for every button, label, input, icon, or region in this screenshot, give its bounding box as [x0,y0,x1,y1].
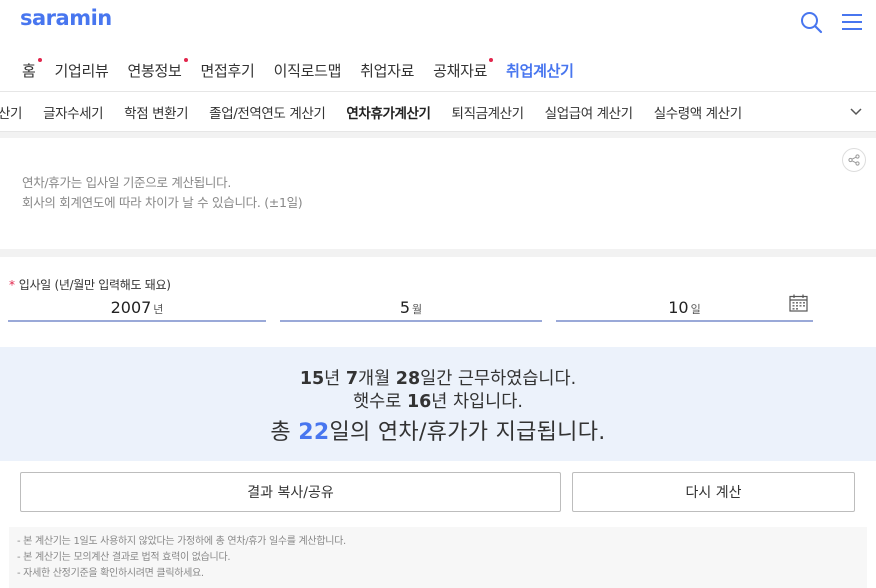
share-icon [848,154,860,166]
nav-label: 이직로드맵 [273,61,342,80]
years-value: 15 [299,369,325,389]
hire-date-label: * 입사일 (년/월만 입력해도 돼요) [9,276,171,293]
service-pre: 햇수로 [353,392,407,412]
nav-item-calculator[interactable]: 취업계산기 [506,60,574,81]
day-value: 10 [668,298,689,317]
months-value: 7 [345,369,359,389]
tab-calculator[interactable]: 계산기 [0,102,22,122]
nav-item-job-resources[interactable]: 취업자료 [360,60,414,81]
year-unit: 년 [153,303,164,316]
tab-gpa-converter[interactable]: 학점 변환기 [124,102,188,122]
nav-label: 면접후기 [200,61,255,80]
years-unit: 년 [324,369,346,389]
share-button[interactable] [842,148,866,172]
year-value: 2007 [110,298,152,317]
month-unit: 월 [412,303,423,316]
nav-label: 취업자료 [360,61,415,80]
months-unit: 개월 [358,369,396,389]
nav-item-company-review[interactable]: 기업리뷰 [55,60,109,81]
tab-severance[interactable]: 퇴직금계산기 [452,102,525,122]
nav-label: 취업계산기 [506,61,574,80]
nav-label: 연봉정보 [127,61,182,80]
total-pre: 총 [270,420,299,445]
notice-panel: 연차/휴가는 입사일 기준으로 계산됩니다. 회사의 회계연도에 따라 차이가 … [0,138,876,249]
month-value: 5 [399,298,411,317]
nav-label: 공채자료 [433,61,488,80]
work-period-text: 15년 7개월 28일간 근무하였습니다. [0,365,876,390]
service-year-text: 햇수로 16년 차입니다. [0,388,876,413]
section-divider [0,249,876,257]
nav-item-recruit-resources[interactable]: 공채자료 [433,57,494,81]
copy-share-button[interactable]: 결과 복사/공유 [20,472,561,512]
days-tail: 일간 근무하였습니다. [420,369,577,389]
notice-line: 회사의 회계연도에 따라 차이가 날 수 있습니다. (±1일) [22,195,303,210]
nav-label: 기업리뷰 [54,61,109,80]
notice-line: 연차/휴가는 입사일 기준으로 계산됩니다. [22,175,232,190]
calculator-tabs: 계산기 글자수세기 학점 변환기 졸업/전역연도 계산기 연차휴가계산기 퇴직금… [0,91,876,132]
total-leave-text: 총 22일의 연차/휴가가 지급됩니다. [0,414,876,446]
footnote-line: - 본 계산기는 1일도 사용하지 않았다는 가정하에 총 연차/휴가 일수를 … [17,536,346,547]
tab-unemployment[interactable]: 실업급여 계산기 [545,102,633,122]
day-input[interactable]: 10 일 [556,292,813,322]
nav-item-home[interactable]: 홈 [22,57,42,81]
required-mark: * [9,278,15,292]
recalculate-button[interactable]: 다시 계산 [572,472,855,512]
tab-annual-leave[interactable]: 연차휴가계산기 [346,102,431,122]
nav-item-career-roadmap[interactable]: 이직로드맵 [274,60,342,81]
day-unit: 일 [690,303,701,316]
main-nav: 홈 기업리뷰 연봉정보 면접후기 이직로드맵 취업자료 공채자료 취업계산기 [0,56,876,84]
footnote-line: - 본 계산기는 모의계산 결과로 법적 효력이 없습니다. [17,552,231,563]
tab-track: 계산기 글자수세기 학점 변환기 졸업/전역연도 계산기 연차휴가계산기 퇴직금… [0,92,763,131]
days-value: 28 [395,369,421,389]
footnote-box: - 본 계산기는 1일도 사용하지 않았다는 가정하에 총 연차/휴가 일수를 … [9,527,867,588]
footnote-criteria-link[interactable]: - 자세한 산정기준을 확인하시려면 클릭하세요. [17,566,859,582]
saramin-logo[interactable]: saramin [20,6,112,30]
month-input[interactable]: 5월 [280,292,542,322]
total-tail: 일의 연차/휴가가 지급됩니다. [329,420,606,445]
nav-item-salary[interactable]: 연봉정보 [127,57,188,81]
new-dot [37,57,42,62]
tabs-expand-button[interactable] [836,92,876,131]
service-tail: 년 차입니다. [431,392,523,412]
new-dot [489,57,494,62]
tab-graduation-year[interactable]: 졸업/전역연도 계산기 [209,102,326,122]
total-days-value: 22 [298,420,330,445]
nav-item-interview[interactable]: 면접후기 [201,60,255,81]
service-years-value: 16 [406,392,432,412]
year-input[interactable]: 2007 년 [8,292,266,322]
calendar-icon[interactable] [789,294,808,312]
nav-label: 홈 [22,61,36,80]
result-panel: 15년 7개월 28일간 근무하였습니다. 햇수로 16년 차입니다. 총 22… [0,347,876,461]
search-icon[interactable] [799,10,823,34]
label-text: 입사일 (년/월만 입력해도 돼요) [18,278,171,292]
tab-char-counter[interactable]: 글자수세기 [43,102,104,122]
hamburger-menu-icon[interactable] [840,10,864,34]
new-dot [183,57,188,62]
chevron-down-icon [850,107,862,115]
header: saramin [0,0,876,44]
tab-net-salary[interactable]: 실수령액 계산기 [654,102,742,122]
